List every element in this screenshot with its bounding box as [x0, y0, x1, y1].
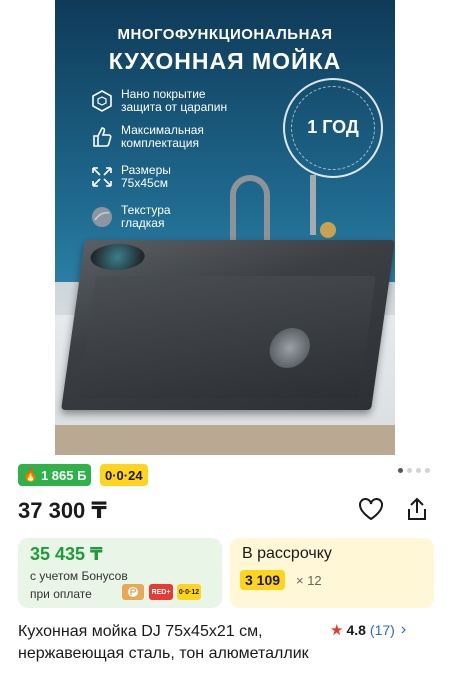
bonus-badge-label: 1 865 Б	[40, 467, 87, 483]
product-price: 37 300 ₸	[18, 498, 107, 523]
chevron-right-icon[interactable]: ›	[401, 621, 406, 639]
feature-text: Максимальная комплектация	[121, 123, 204, 150]
hero-title-line2: КУХОННАЯ МОЙКА	[108, 48, 342, 74]
bonus-caption-payment: при оплате	[30, 587, 92, 601]
star-icon: ★	[330, 622, 344, 639]
gallery-dot[interactable]	[425, 468, 430, 473]
faucet-dispenser	[310, 175, 316, 235]
installment-card[interactable]: В рассрочку 3 109 × 12	[230, 538, 434, 608]
installment-multiplier: × 12	[296, 573, 322, 588]
product-rating[interactable]: ★ 4.8 (17) ›	[330, 621, 406, 639]
feature-coating: Нано покрытие защита от царапин	[89, 88, 227, 114]
installment-mini-chip: 0·0·12	[177, 584, 201, 600]
wallet-icon	[122, 584, 144, 600]
cup-washer	[88, 244, 147, 270]
installment-badge[interactable]: 0·0·24	[100, 464, 148, 486]
sink-basin	[78, 276, 376, 398]
flame-icon: 🔥	[23, 468, 38, 482]
gallery-dot[interactable]	[398, 468, 403, 473]
bonus-price-card[interactable]: 35 435 ₸ с учетом Бонусов при оплате RED…	[18, 538, 222, 608]
gallery-dot[interactable]	[407, 468, 412, 473]
share-button[interactable]	[402, 496, 432, 526]
installment-badge-label: 0·0·24	[105, 467, 143, 483]
hexagon-icon	[89, 88, 115, 114]
product-title: Кухонная мойка DJ 75x45x21 см, нержавеющ…	[18, 623, 309, 662]
cabinet	[55, 425, 395, 455]
feature-texture: Текстура гладкая	[89, 204, 171, 230]
favorite-button[interactable]	[356, 496, 386, 526]
faucet-knob	[320, 222, 336, 238]
expand-arrows-icon	[89, 164, 115, 190]
red-plus-chip: RED+	[149, 584, 173, 600]
bonus-badge[interactable]: 🔥 1 865 Б	[18, 464, 92, 486]
feature-kit: Максимальная комплектация	[89, 124, 204, 150]
bonus-caption: с учетом Бонусов	[30, 569, 128, 583]
share-icon	[405, 496, 429, 527]
heart-icon	[358, 497, 384, 526]
feature-text: Нано покрытие защита от царапин	[121, 87, 228, 114]
sink-body	[61, 240, 395, 410]
gallery-dots[interactable]	[398, 468, 430, 473]
hero-title-line1: МНОГОФУНКЦИОНАЛЬНАЯ	[117, 26, 333, 43]
bonus-price: 35 435 ₸	[30, 544, 103, 564]
gallery-dot[interactable]	[416, 468, 421, 473]
feature-text: Размеры 75x45см	[121, 163, 171, 190]
thumbs-up-icon	[89, 124, 115, 150]
installment-monthly: 3 109	[240, 570, 286, 590]
review-count[interactable]: (17)	[370, 622, 395, 638]
installment-title: В рассрочку	[242, 545, 332, 562]
texture-circle-icon	[89, 204, 115, 230]
product-image[interactable]: МНОГОФУНКЦИОНАЛЬНАЯ КУХОННАЯ МОЙКА Нано …	[55, 0, 395, 455]
feature-size: Размеры 75x45см	[89, 164, 171, 190]
feature-text: Текстура гладкая	[121, 203, 171, 230]
guarantee-year: 1 ГОД	[307, 117, 359, 137]
rating-value: 4.8	[346, 622, 366, 638]
